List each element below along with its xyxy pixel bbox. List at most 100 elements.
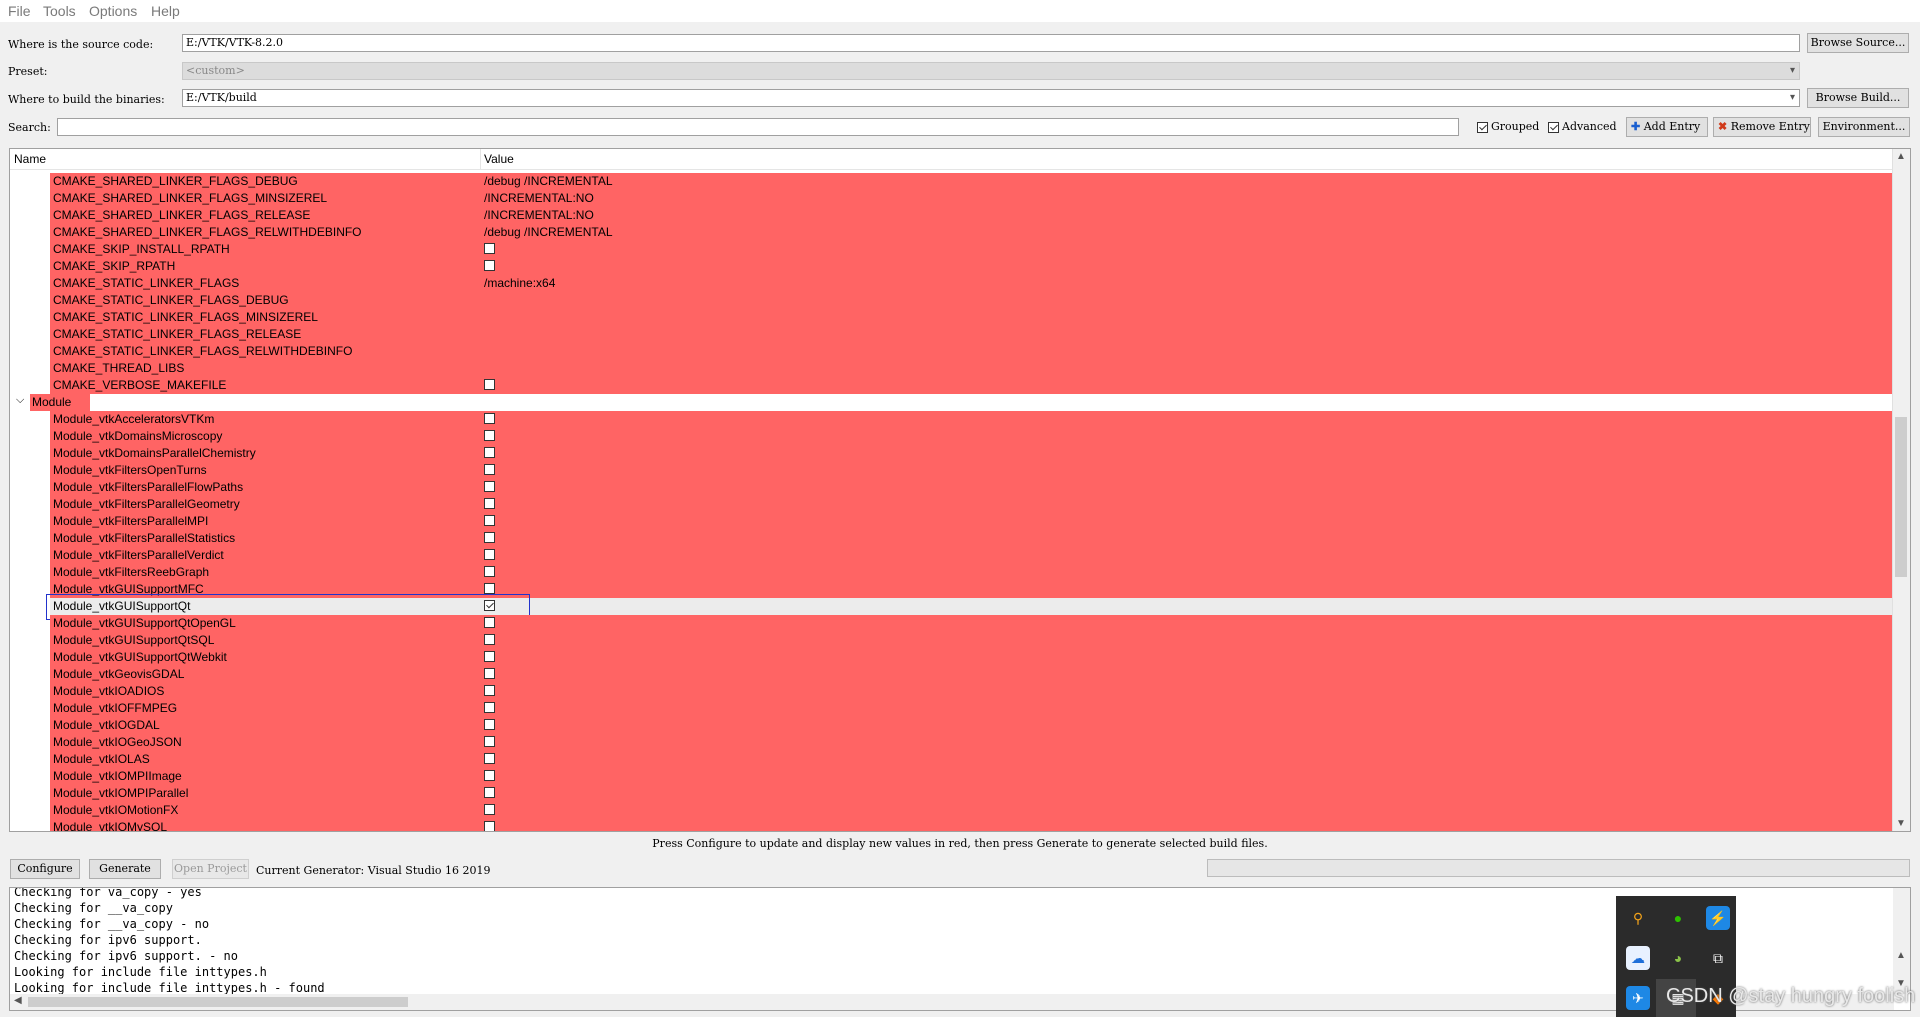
table-row[interactable]: CMAKE_SKIP_INSTALL_RPATH xyxy=(10,241,1894,258)
advanced-checkbox[interactable]: Advanced xyxy=(1548,120,1617,133)
baidu-netdisk-icon[interactable]: ☁ xyxy=(1626,946,1650,970)
entry-checkbox[interactable] xyxy=(484,769,495,783)
entry-checkbox[interactable] xyxy=(484,514,495,528)
scroll-left-icon[interactable]: ◀ xyxy=(14,995,22,1006)
menu-tools[interactable]: Tools xyxy=(43,3,76,19)
open-project-button[interactable]: Open Project xyxy=(172,859,249,879)
table-row[interactable]: Module_vtkAcceleratorsVTKm xyxy=(10,411,1894,428)
table-row[interactable]: CMAKE_SKIP_RPATH xyxy=(10,258,1894,275)
browse-source-button[interactable]: Browse Source... xyxy=(1807,33,1909,53)
column-divider[interactable] xyxy=(480,149,481,169)
table-row[interactable]: Module_vtkDomainsParallelChemistry xyxy=(10,445,1894,462)
entry-checkbox[interactable] xyxy=(484,242,495,256)
grouped-checkbox[interactable]: Grouped xyxy=(1477,120,1539,133)
environment-button[interactable]: Environment... xyxy=(1818,117,1910,137)
column-header-name[interactable]: Name xyxy=(14,152,46,166)
entry-checkbox[interactable] xyxy=(484,412,495,426)
table-row[interactable]: CMAKE_VERBOSE_MAKEFILE xyxy=(10,377,1894,394)
table-row[interactable]: Module_vtkDomainsMicroscopy xyxy=(10,428,1894,445)
source-path-input[interactable]: E:/VTK/VTK-8.2.0 xyxy=(182,34,1800,52)
table-row[interactable]: Module_vtkFiltersParallelFlowPaths xyxy=(10,479,1894,496)
generate-button[interactable]: Generate xyxy=(89,859,161,879)
entry-value[interactable]: /debug /INCREMENTAL xyxy=(484,225,613,239)
table-row[interactable]: Module_vtkGUISupportQt xyxy=(10,594,1894,620)
scrollbar-thumb[interactable] xyxy=(28,997,408,1007)
scrollbar-thumb[interactable] xyxy=(1895,417,1907,577)
entry-checkbox[interactable] xyxy=(484,752,495,766)
entry-checkbox[interactable] xyxy=(484,565,495,579)
table-row[interactable]: CMAKE_SHARED_LINKER_FLAGS_RELWITHDEBINFO… xyxy=(10,224,1894,241)
entry-checkbox[interactable] xyxy=(484,378,495,392)
table-row[interactable]: CMAKE_STATIC_LINKER_FLAGS/machine:x64 xyxy=(10,275,1894,292)
table-vertical-scrollbar[interactable]: ▲ ▼ xyxy=(1892,149,1910,831)
table-row[interactable]: Module_vtkIOMySQL xyxy=(10,819,1894,831)
table-row[interactable]: Module_vtkIOMPIImage xyxy=(10,768,1894,785)
entry-checkbox[interactable] xyxy=(484,667,495,681)
entry-checkbox[interactable] xyxy=(484,803,495,817)
menu-options[interactable]: Options xyxy=(89,3,137,19)
scroll-down-icon[interactable]: ▼ xyxy=(1896,818,1906,829)
table-row[interactable]: Module_vtkIOMotionFX xyxy=(10,802,1894,819)
column-header-value[interactable]: Value xyxy=(484,152,514,166)
table-row[interactable]: CMAKE_STATIC_LINKER_FLAGS_DEBUG xyxy=(10,292,1894,309)
table-row[interactable]: Module_vtkIOMPIParallel xyxy=(10,785,1894,802)
entry-checkbox[interactable] xyxy=(484,429,495,443)
table-row[interactable]: Module_vtkIOFFMPEG xyxy=(10,700,1894,717)
entry-value[interactable]: /INCREMENTAL:NO xyxy=(484,191,594,205)
log-horizontal-scrollbar[interactable]: ◀ xyxy=(10,994,1894,1010)
table-row[interactable]: Module_vtkIOADIOS xyxy=(10,683,1894,700)
table-row[interactable]: Module_vtkGUISupportQtSQL xyxy=(10,632,1894,649)
table-row[interactable]: Module_vtkFiltersParallelStatistics xyxy=(10,530,1894,547)
entry-value[interactable]: /INCREMENTAL:NO xyxy=(484,208,594,222)
entry-checkbox[interactable] xyxy=(484,735,495,749)
entry-checkbox[interactable] xyxy=(484,633,495,647)
browse-build-button[interactable]: Browse Build... xyxy=(1807,88,1909,108)
table-row[interactable]: Module_vtkIOGeoJSON xyxy=(10,734,1894,751)
table-row[interactable]: Module_vtkGUISupportQtOpenGL xyxy=(10,615,1894,632)
entry-checkbox[interactable] xyxy=(484,701,495,715)
table-row[interactable]: CMAKE_SHARED_LINKER_FLAGS_DEBUG/debug /I… xyxy=(10,173,1894,190)
entry-checkbox[interactable] xyxy=(484,463,495,477)
entry-checkbox[interactable] xyxy=(484,684,495,698)
log-vertical-scrollbar[interactable]: ▲ ▼ xyxy=(1893,888,1910,994)
entry-checkbox[interactable] xyxy=(484,531,495,545)
chevron-down-icon[interactable]: ⌵ xyxy=(16,394,24,407)
entry-checkbox[interactable] xyxy=(484,786,495,800)
table-row[interactable]: Module_vtkFiltersParallelGeometry xyxy=(10,496,1894,513)
entry-checkbox[interactable] xyxy=(484,497,495,511)
feishu-icon[interactable]: ✈ xyxy=(1626,986,1650,1010)
entry-checkbox[interactable] xyxy=(484,480,495,494)
entry-checkbox[interactable] xyxy=(484,446,495,460)
wechat-icon[interactable]: ● xyxy=(1666,906,1690,930)
table-row[interactable]: Module_vtkFiltersOpenTurns xyxy=(10,462,1894,479)
remove-entry-button[interactable]: ✖ Remove Entry xyxy=(1713,117,1811,137)
search-app-icon[interactable]: ⚲ xyxy=(1626,906,1650,930)
table-row[interactable]: Module_vtkFiltersParallelVerdict xyxy=(10,547,1894,564)
table-row[interactable]: Module_vtkIOGDAL xyxy=(10,717,1894,734)
copy-windows-icon[interactable]: ⧉ xyxy=(1706,946,1730,970)
scroll-up-icon[interactable]: ▲ xyxy=(1896,151,1906,162)
build-path-combo[interactable]: E:/VTK/build ▾ xyxy=(182,89,1800,107)
color-wheel-icon[interactable]: ◕ xyxy=(1666,946,1690,970)
entry-checkbox[interactable] xyxy=(484,548,495,562)
group-row[interactable]: ⌵ Module xyxy=(10,394,1894,411)
table-row[interactable]: CMAKE_STATIC_LINKER_FLAGS_RELEASE xyxy=(10,326,1894,343)
entry-checkbox[interactable] xyxy=(484,650,495,664)
table-row[interactable]: CMAKE_STATIC_LINKER_FLAGS_RELWITHDEBINFO xyxy=(10,343,1894,360)
table-row[interactable]: Module_vtkIOLAS xyxy=(10,751,1894,768)
table-row[interactable]: CMAKE_SHARED_LINKER_FLAGS_RELEASE/INCREM… xyxy=(10,207,1894,224)
configure-button[interactable]: Configure xyxy=(10,859,80,879)
entry-checkbox[interactable] xyxy=(484,616,495,630)
menu-file[interactable]: File xyxy=(8,3,31,19)
entry-checkbox[interactable] xyxy=(484,718,495,732)
table-row[interactable]: Module_vtkGUISupportQtWebkit xyxy=(10,649,1894,666)
entry-checkbox[interactable] xyxy=(484,259,495,273)
preset-select[interactable]: <custom> ▾ xyxy=(182,62,1800,80)
entry-checkbox[interactable] xyxy=(484,820,495,831)
table-row[interactable]: Module_vtkFiltersParallelMPI xyxy=(10,513,1894,530)
menu-help[interactable]: Help xyxy=(151,3,180,19)
entry-value[interactable]: /debug /INCREMENTAL xyxy=(484,174,613,188)
thunder-icon[interactable]: ⚡ xyxy=(1706,906,1730,930)
add-entry-button[interactable]: ✚ Add Entry xyxy=(1626,117,1708,137)
table-row[interactable]: CMAKE_SHARED_LINKER_FLAGS_MINSIZEREL/INC… xyxy=(10,190,1894,207)
